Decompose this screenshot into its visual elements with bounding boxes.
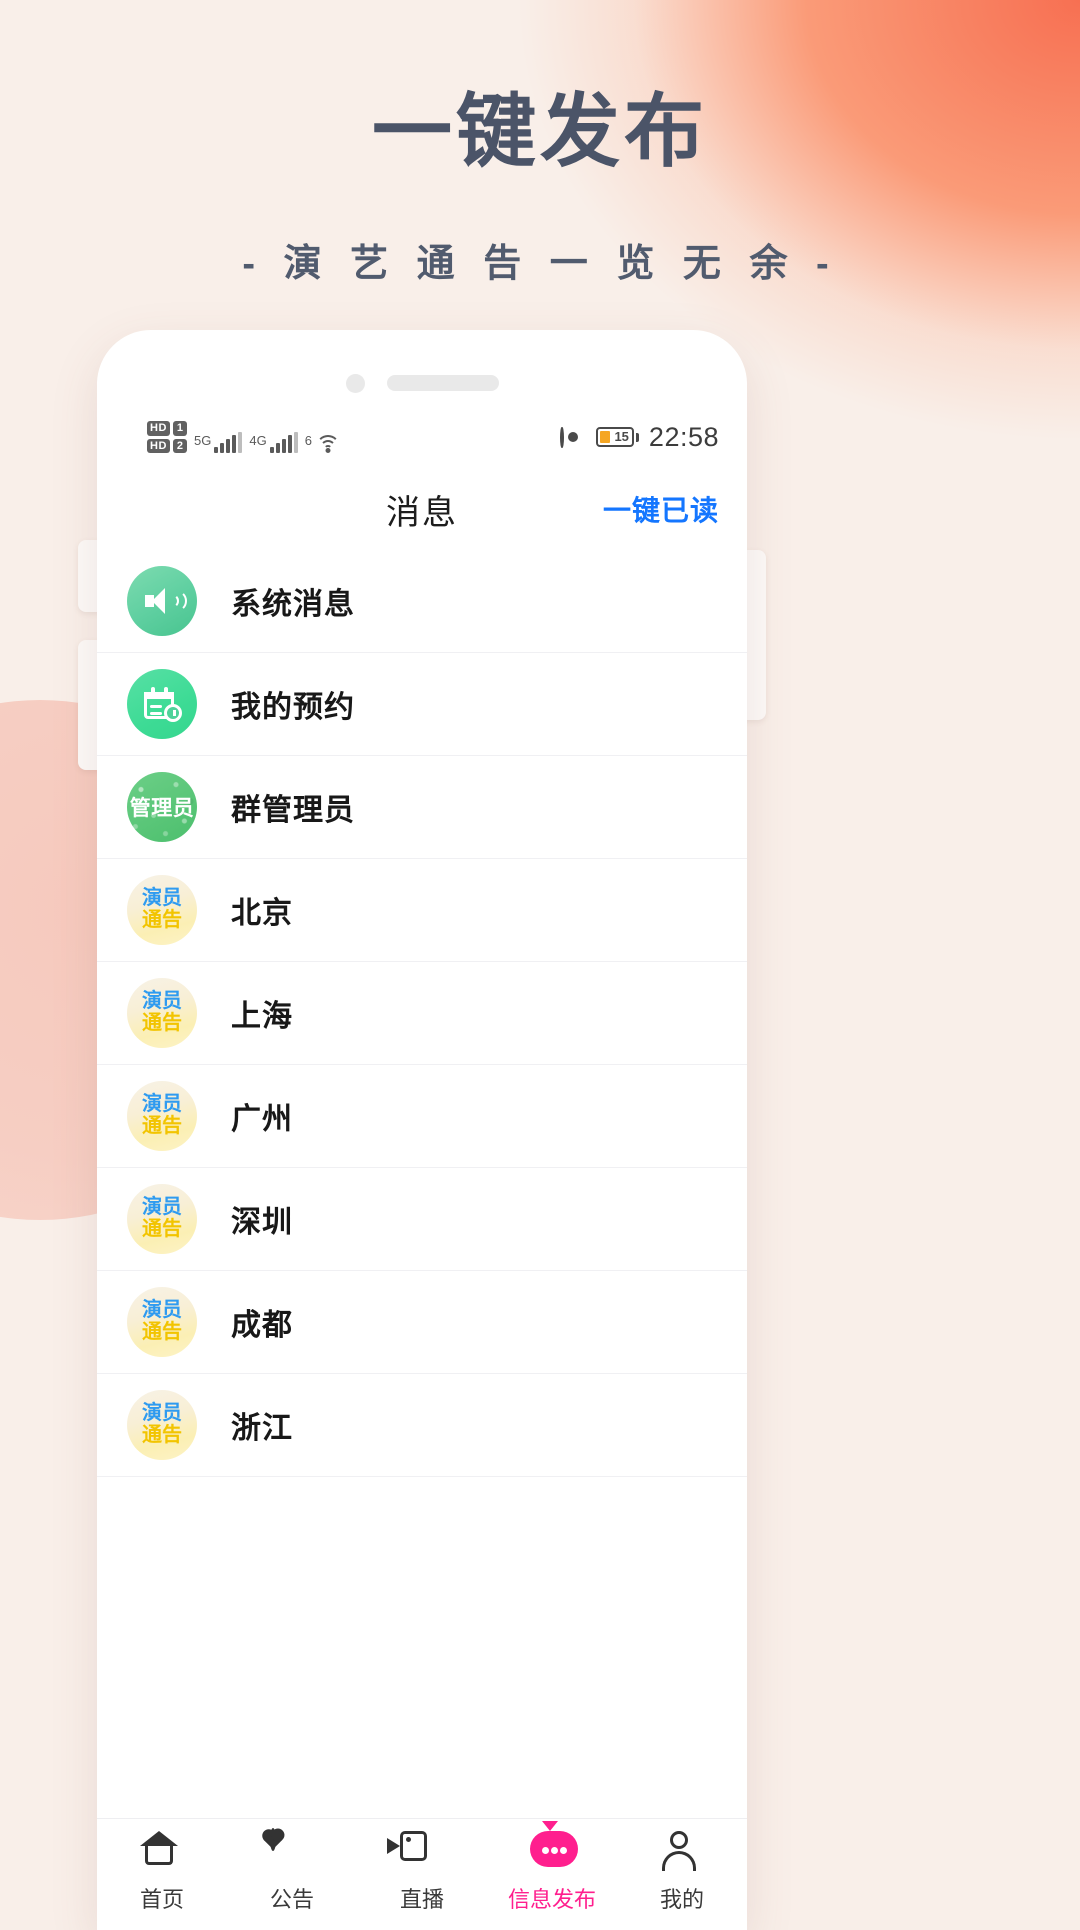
tab-我的[interactable]: 我的 [617, 1831, 747, 1914]
bottom-tab-bar: 首页 公告 直播 信息发布 我的 [97, 1818, 747, 1930]
message-row[interactable]: 演员 通告 广州 [97, 1065, 747, 1168]
battery-indicator: 15 [595, 427, 639, 447]
home-icon [140, 1831, 184, 1875]
message-row[interactable]: 我的预约 [97, 653, 747, 756]
actor-notice-avatar: 演员 通告 [127, 1081, 197, 1151]
wifi-generation-label: 6 [304, 432, 312, 448]
message-list: 系统消息 我的预约 管理员 群管理员 演员 通告 北京 演员 通告 上海 演员 通告 广州 演员 通告 深圳演… [97, 550, 747, 1477]
sim-2-badge: 2 [172, 438, 188, 453]
chat-bubble-icon [530, 1821, 578, 1875]
message-row[interactable]: 系统消息 [97, 550, 747, 653]
actor-notice-avatar: 演员 通告 [127, 978, 197, 1048]
tab-label: 我的 [659, 1887, 704, 1912]
eye-comfort-icon [559, 427, 586, 448]
battery-icon: 15 [595, 427, 634, 447]
calendar-clock-icon [127, 669, 197, 739]
group-admin-avatar: 管理员 [127, 772, 197, 842]
message-title: 深圳 [231, 1206, 293, 1239]
wifi-indicator: 6 [305, 433, 341, 453]
mark-all-read-button[interactable]: 一键已读 [603, 489, 719, 529]
page-title: 一键发布 [372, 87, 708, 176]
message-row[interactable]: 演员 通告 深圳 [97, 1168, 747, 1271]
tab-首页[interactable]: 首页 [97, 1831, 227, 1914]
screen-title: 消息 [386, 493, 458, 532]
message-title: 我的预约 [231, 691, 355, 724]
network-label-5g: 5G [194, 432, 212, 448]
tab-label: 首页 [139, 1887, 184, 1912]
message-row[interactable]: 管理员 群管理员 [97, 756, 747, 859]
wifi-icon [315, 433, 341, 453]
avatar-label: 管理员 [129, 797, 195, 820]
tab-公告[interactable]: 公告 [227, 1828, 357, 1914]
avatar-label-line2: 通告 [142, 1424, 182, 1446]
tab-label: 直播 [399, 1887, 444, 1912]
phone-notch [97, 330, 747, 406]
actor-notice-avatar: 演员 通告 [127, 1287, 197, 1357]
earpiece-speaker [386, 375, 499, 391]
actor-notice-avatar: 演员 通告 [127, 1390, 197, 1460]
avatar-label-line2: 通告 [142, 1218, 182, 1240]
battery-percent-label: 15 [614, 429, 629, 444]
avatar-label-line2: 通告 [142, 1012, 182, 1034]
avatar-label-line1: 演员 [142, 1093, 182, 1116]
avatar-label-line2: 通告 [142, 1115, 182, 1137]
actor-notice-avatar: 演员 通告 [127, 1184, 197, 1254]
hd-voice-indicators: HD 1 HD 2 [147, 421, 188, 453]
message-title: 群管理员 [231, 794, 355, 827]
avatar-label-line1: 演员 [142, 1196, 182, 1219]
avatar-label-line1: 演员 [142, 990, 182, 1013]
status-bar-left: HD 1 HD 2 5G 4G 6 [125, 421, 341, 453]
status-bar-right: 15 22:58 [559, 421, 719, 453]
tab-信息发布[interactable]: 信息发布 [487, 1821, 617, 1914]
avatar-label-line1: 演员 [142, 1402, 182, 1425]
tab-label: 公告 [269, 1887, 314, 1912]
speaker-icon [127, 566, 197, 636]
message-row[interactable]: 演员 通告 浙江 [97, 1374, 747, 1477]
hd-badge-2: HD [147, 438, 170, 453]
message-title: 浙江 [231, 1412, 293, 1445]
tab-直播[interactable]: 直播 [357, 1831, 487, 1914]
hd-badge-1: HD [147, 421, 170, 436]
message-row[interactable]: 演员 通告 成都 [97, 1271, 747, 1374]
signal-5g: 5G [194, 431, 243, 453]
avatar-label-line1: 演员 [142, 1299, 182, 1322]
message-title: 上海 [231, 1000, 293, 1033]
signal-4g: 4G [249, 431, 298, 453]
message-title: 广州 [231, 1103, 293, 1136]
camera-dot-icon [345, 373, 365, 393]
tab-label: 信息发布 [507, 1887, 596, 1912]
signal-bars-icon [269, 431, 298, 453]
sim-1-badge: 1 [172, 421, 188, 436]
phone-power-button [744, 550, 766, 720]
avatar-label-line1: 演员 [142, 887, 182, 910]
avatar-label-line2: 通告 [142, 909, 182, 931]
actor-notice-avatar: 演员 通告 [127, 875, 197, 945]
video-camera-icon [387, 1831, 444, 1875]
signal-bars-icon [214, 431, 243, 453]
phone-mockup: HD 1 HD 2 5G 4G 6 15 22:58 消息 一键已读 系统消息 … [97, 330, 747, 1930]
page-subtitle: - 演 艺 通 告 一 览 无 余 - [242, 243, 838, 285]
app-header: 消息 一键已读 [97, 468, 747, 550]
user-icon [660, 1831, 704, 1875]
heart-circle-icon [263, 1828, 314, 1875]
message-title: 北京 [231, 897, 293, 930]
clock-label: 22:58 [648, 421, 719, 452]
message-row[interactable]: 演员 通告 北京 [97, 859, 747, 962]
message-title: 系统消息 [231, 588, 355, 621]
avatar-label-line2: 通告 [142, 1321, 182, 1343]
message-title: 成都 [231, 1309, 293, 1342]
status-bar: HD 1 HD 2 5G 4G 6 15 22:58 [97, 406, 747, 468]
message-row[interactable]: 演员 通告 上海 [97, 962, 747, 1065]
network-label-4g: 4G [249, 432, 267, 448]
